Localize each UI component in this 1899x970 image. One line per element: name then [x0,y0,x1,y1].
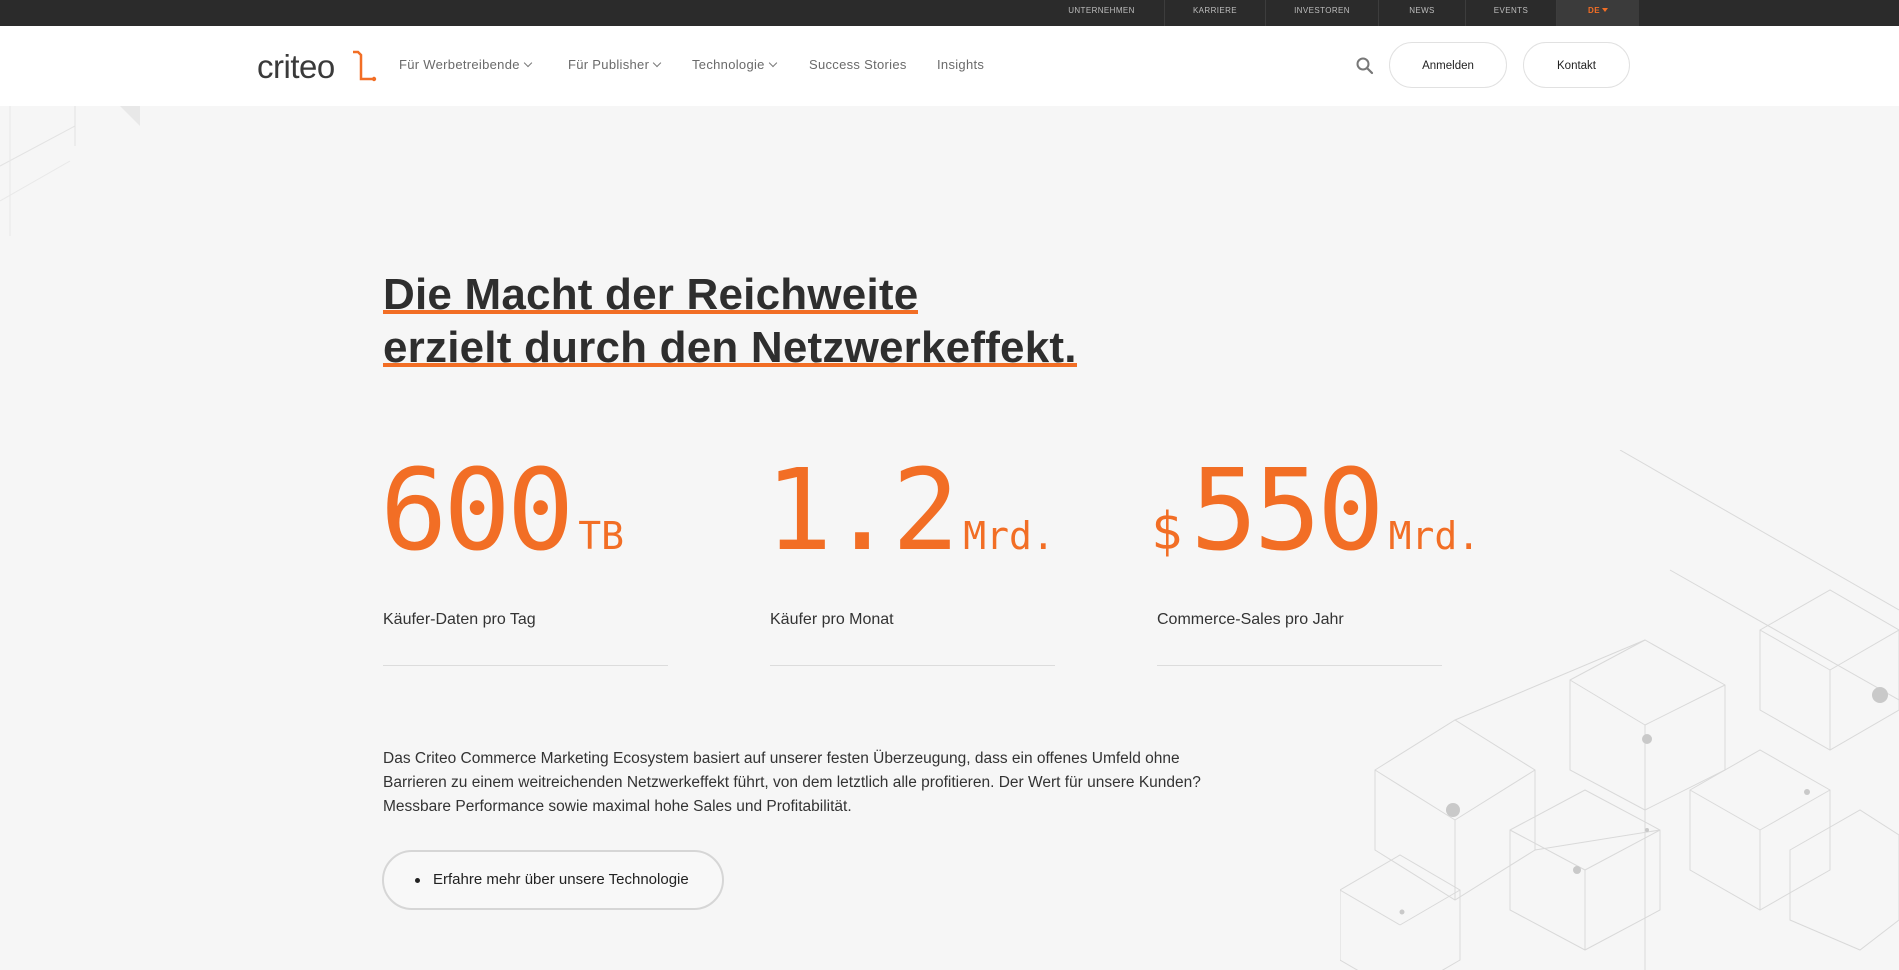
topbar-link-unternehmen[interactable]: UNTERNEHMEN [1050,0,1153,26]
headline-line-2: erzielt durch den Netzwerkeffekt. [383,321,1077,374]
hero-headline: Die Macht der Reichweite erzielt durch d… [383,268,1077,374]
topbar-link-events[interactable]: EVENTS [1465,0,1556,26]
stat-divider [383,665,668,666]
chevron-down-icon [768,58,777,68]
nav-item-publisher[interactable]: Für Publisher [568,57,662,72]
decorative-lines [0,106,140,236]
nav-item-insights[interactable]: Insights [937,57,984,72]
nav-label: Für Publisher [568,57,650,72]
utility-bar: UNTERNEHMEN KARRIERE INVESTOREN NEWS EVE… [0,0,1899,26]
cta-label: Erfahre mehr über unsere Technologie [433,871,689,888]
topbar-link-karriere[interactable]: KARRIERE [1164,0,1265,26]
nav-item-technologie[interactable]: Technologie [692,57,777,72]
stat-value: 1.2 [765,446,959,576]
stat-monthly-buyers: 1.2 Mrd. [765,455,1055,567]
stat-prefix: $ [1151,502,1183,562]
stat-daily-data: 600 TB [380,455,624,567]
stat-value: 600 [380,446,574,576]
caret-down-icon [1601,8,1608,12]
login-button[interactable]: Anmelden [1389,42,1507,88]
search-button[interactable] [1355,56,1375,76]
stat-unit: TB [578,514,625,558]
nav-item-werbetreibende[interactable]: Für Werbetreibende [399,57,533,72]
topbar-link-investoren[interactable]: INVESTOREN [1265,0,1378,26]
contact-button[interactable]: Kontakt [1523,42,1630,88]
stat-label-monthly-buyers: Käufer pro Monat [770,611,894,628]
stat-value: 550 [1190,446,1384,576]
stat-unit: Mrd. [963,514,1055,558]
stat-unit: Mrd. [1388,514,1481,558]
nav-item-success-stories[interactable]: Success Stories [809,57,907,72]
language-label: DE [1588,6,1600,15]
nav-label: Technologie [692,57,765,72]
bullet-icon [415,878,420,883]
stat-divider [770,665,1055,666]
language-selector[interactable]: DE [1556,0,1639,26]
stat-label-annual-sales: Commerce-Sales pro Jahr [1157,611,1344,628]
chevron-down-icon [652,58,662,68]
nav-label: Für Werbetreibende [399,57,520,72]
chevron-down-icon [523,58,533,68]
ecosystem-description: Das Criteo Commerce Marketing Ecosystem … [383,750,1201,815]
headline-line-1: Die Macht der Reichweite [383,268,919,321]
stat-divider [1157,665,1442,666]
stat-annual-sales: $550 Mrd. [1151,455,1480,567]
headline-text-2: erzielt durch den Netzwerkeffekt. [383,323,1077,374]
learn-technology-button[interactable]: Erfahre mehr über unsere Technologie [382,850,724,910]
main-navigation: criteo Für Werbetreibende Für Publisher … [0,26,1899,106]
search-icon [1356,57,1374,75]
criteo-logo[interactable]: criteo [257,46,377,86]
logo-bracket-icon [353,50,377,82]
topbar-link-news[interactable]: NEWS [1378,0,1465,26]
stat-label-daily-data: Käufer-Daten pro Tag [383,611,536,628]
headline-text-1: Die Macht der Reichweite [383,270,919,321]
